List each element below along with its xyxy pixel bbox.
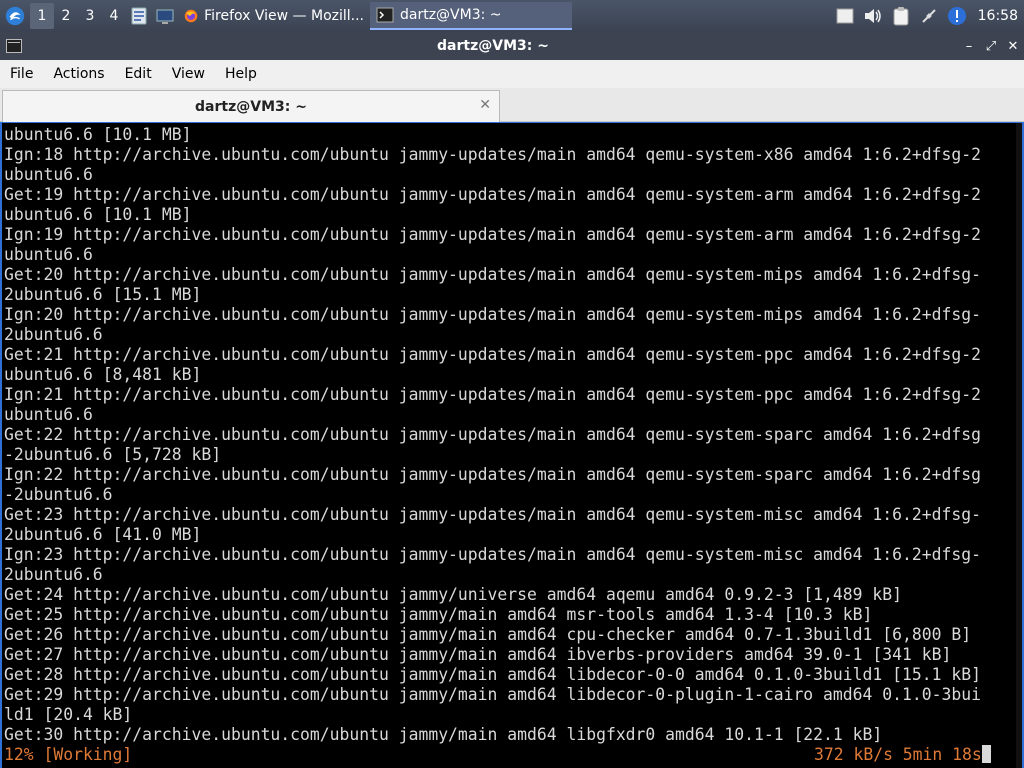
terminal-scrollbar[interactable] <box>1016 123 1022 768</box>
terminal-line: Get:22 http://archive.ubuntu.com/ubuntu … <box>4 425 981 444</box>
menu-view[interactable]: View <box>162 66 215 82</box>
note-icon <box>836 8 854 24</box>
tab-bar: dartz@VM3: ~ ✕ <box>0 88 1024 122</box>
tray-notes[interactable] <box>834 5 856 27</box>
terminal-line: ubuntu6.6 <box>4 245 93 264</box>
terminal-line: Get:27 http://archive.ubuntu.com/ubuntu … <box>4 645 952 664</box>
maximize-button[interactable]: ⤢ <box>980 39 1002 54</box>
terminal-line: Get:19 http://archive.ubuntu.com/ubuntu … <box>4 185 981 204</box>
clock[interactable]: 16:58 <box>978 8 1018 24</box>
progress-status: 12% [Working] <box>4 745 133 764</box>
file-manager-launcher[interactable] <box>126 3 152 29</box>
minimize-button[interactable]: – <box>958 39 980 54</box>
terminal-line: 2ubuntu6.6 <box>4 325 103 344</box>
lubuntu-logo-icon <box>5 6 25 26</box>
terminal-line: Get:25 http://archive.ubuntu.com/ubuntu … <box>4 605 873 624</box>
tray-network[interactable] <box>918 5 940 27</box>
terminal-line: Get:26 http://archive.ubuntu.com/ubuntu … <box>4 625 972 644</box>
terminal-line: Get:20 http://archive.ubuntu.com/ubuntu … <box>4 265 981 284</box>
apt-progress-line: 12% [Working] 372 kB/s 5min 18s <box>4 745 1014 765</box>
download-rate: 372 kB/s 5min 18s <box>814 745 991 765</box>
volume-icon <box>864 9 881 23</box>
terminal-line: -2ubuntu6.6 [5,728 kB] <box>4 445 222 464</box>
task-label: dartz@VM3: ~ <box>400 7 502 23</box>
window-title: dartz@VM3: ~ <box>437 38 549 54</box>
menu-file[interactable]: File <box>0 66 43 82</box>
terminal-line: Get:24 http://archive.ubuntu.com/ubuntu … <box>4 585 902 604</box>
terminal-line: ubuntu6.6 <box>4 405 93 424</box>
terminal-view[interactable]: ubuntu6.6 [10.1 MB] Ign:18 http://archive… <box>0 122 1024 768</box>
download-rate-text: 372 kB/s 5min 18s <box>814 745 982 764</box>
firefox-icon <box>184 9 198 23</box>
taskbar-task-firefox[interactable]: Firefox View — Mozill... <box>178 2 370 30</box>
task-label: Firefox View — Mozill... <box>204 8 364 24</box>
tray-clipboard[interactable] <box>890 5 912 27</box>
tab-close-icon[interactable]: ✕ <box>479 97 491 113</box>
terminal-line: ubuntu6.6 <box>4 165 93 184</box>
desktop-launcher[interactable] <box>152 3 178 29</box>
system-tray: 16:58 <box>834 5 1024 27</box>
terminal-line: Get:29 http://archive.ubuntu.com/ubuntu … <box>4 685 981 704</box>
tab-terminal[interactable]: dartz@VM3: ~ ✕ <box>2 90 500 122</box>
terminal-line: -2ubuntu6.6 <box>4 485 113 504</box>
tray-updates[interactable] <box>946 5 968 27</box>
window-menu-button[interactable] <box>0 39 28 53</box>
menu-help[interactable]: Help <box>215 66 267 82</box>
terminal-line: Ign:19 http://archive.ubuntu.com/ubuntu … <box>4 225 981 244</box>
terminal-line: 2ubuntu6.6 <box>4 565 103 584</box>
terminal-line: Get:23 http://archive.ubuntu.com/ubuntu … <box>4 505 981 524</box>
terminal-line: Ign:22 http://archive.ubuntu.com/ubuntu … <box>4 465 981 484</box>
tab-label: dartz@VM3: ~ <box>195 98 307 115</box>
terminal-line: Ign:18 http://archive.ubuntu.com/ubuntu … <box>4 145 981 164</box>
terminal-cursor <box>981 745 991 763</box>
close-button[interactable]: ✕ <box>1002 39 1024 54</box>
workspace-4[interactable]: 4 <box>102 3 126 29</box>
menu-bar: File Actions Edit View Help <box>0 60 1024 88</box>
show-desktop-icon <box>156 9 174 24</box>
terminal-line: ubuntu6.6 [10.1 MB] <box>4 125 192 144</box>
file-manager-icon <box>131 7 147 25</box>
terminal-line: Get:30 http://archive.ubuntu.com/ubuntu … <box>4 725 883 744</box>
terminal-icon <box>376 7 394 23</box>
network-plug-icon <box>921 9 936 23</box>
terminal-line: Ign:20 http://archive.ubuntu.com/ubuntu … <box>4 305 981 324</box>
terminal-line: ld1 [20.4 kB] <box>4 705 133 724</box>
terminal-line: Get:28 http://archive.ubuntu.com/ubuntu … <box>4 665 981 684</box>
taskbar: 1 2 3 4 Firefox View — Mozill... dartz@V… <box>0 0 1024 32</box>
window-titlebar[interactable]: dartz@VM3: ~ – ⤢ ✕ <box>0 32 1024 60</box>
info-update-icon <box>947 7 966 25</box>
tray-volume[interactable] <box>862 5 884 27</box>
terminal-line: 2ubuntu6.6 [41.0 MB] <box>4 525 202 544</box>
terminal-line: 2ubuntu6.6 [15.1 MB] <box>4 285 202 304</box>
terminal-output: ubuntu6.6 [10.1 MB] Ign:18 http://archive… <box>4 125 1014 765</box>
terminal-line: Get:21 http://archive.ubuntu.com/ubuntu … <box>4 345 981 364</box>
terminal-line: ubuntu6.6 [8,481 kB] <box>4 365 202 384</box>
start-menu-button[interactable] <box>0 0 30 32</box>
workspace-3[interactable]: 3 <box>78 3 102 29</box>
clipboard-icon <box>893 7 909 26</box>
workspace-1[interactable]: 1 <box>30 3 54 29</box>
terminal-line: Ign:21 http://archive.ubuntu.com/ubuntu … <box>4 385 981 404</box>
terminal-line: Ign:23 http://archive.ubuntu.com/ubuntu … <box>4 545 981 564</box>
workspace-2[interactable]: 2 <box>54 3 78 29</box>
menu-edit[interactable]: Edit <box>115 66 162 82</box>
menu-actions[interactable]: Actions <box>43 66 114 82</box>
terminal-line: ubuntu6.6 [10.1 MB] <box>4 205 192 224</box>
taskbar-task-terminal[interactable]: dartz@VM3: ~ <box>370 2 572 30</box>
terminal-icon <box>6 39 22 53</box>
